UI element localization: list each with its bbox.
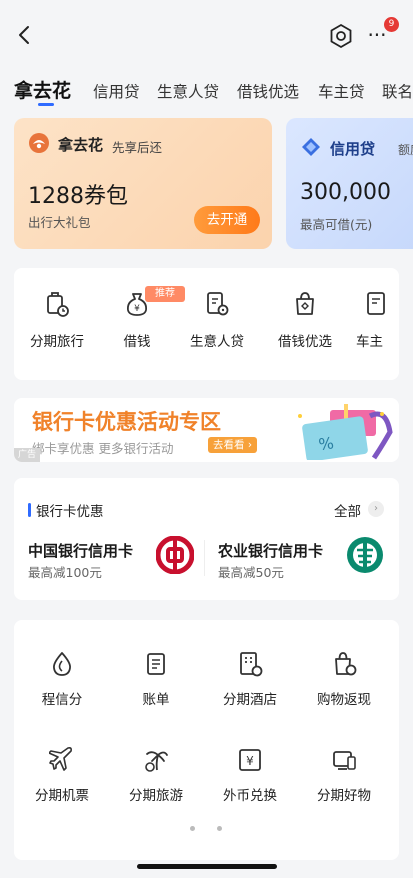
naquhua-card[interactable]: 拿去花 先享后还 1288券包 出行大礼包 去开通	[14, 118, 272, 249]
section-accent-bar	[28, 503, 31, 517]
boc-logo-icon[interactable]	[156, 536, 194, 574]
card2-subtitle: 额度	[398, 143, 413, 157]
abc-logo-icon[interactable]	[346, 536, 384, 574]
grid-label: 账单	[142, 692, 170, 708]
chevron-right-icon[interactable]: ›	[368, 501, 384, 517]
abc-card-offer: 最高减50元	[218, 565, 284, 580]
product-tabs: 拿去花 信用贷 生意人贷 借钱优选 车主贷 联名	[0, 76, 413, 110]
hexagon-settings-icon[interactable]	[328, 23, 354, 49]
boc-card-name[interactable]: 中国银行信用卡	[28, 540, 133, 561]
grid-label: 分期酒店	[223, 692, 277, 708]
offers-title: 银行卡优惠	[36, 504, 104, 520]
page-indicator-dot-2	[217, 826, 222, 831]
shortcut-label: 生意人贷	[190, 334, 244, 350]
grid-item-fenqilvyou[interactable]: 分期旅游	[110, 746, 202, 804]
home-indicator	[137, 864, 277, 869]
card2-desc: 最高可借(元)	[300, 217, 373, 232]
grid-item-fenqijipiao[interactable]: 分期机票	[16, 746, 108, 804]
card1-name: 拿去花	[58, 136, 104, 154]
shortcut-row: 分期旅行 ¥ 借钱 推荐 生意人贷 借钱优选 车主	[14, 268, 399, 380]
svg-text:¥: ¥	[246, 754, 254, 768]
grid-item-zhangdan[interactable]: 账单	[110, 650, 202, 708]
hotel-icon	[240, 652, 263, 677]
abc-card-name[interactable]: 农业银行信用卡	[218, 540, 323, 561]
grid-label: 分期旅游	[129, 788, 183, 804]
naquhua-logo-icon	[29, 133, 49, 153]
grid-label: 分期好物	[317, 788, 371, 804]
offer-divider	[204, 540, 205, 576]
activate-button[interactable]: 去开通	[194, 206, 260, 234]
tab-chezhudai[interactable]: 车主贷	[318, 80, 365, 102]
receipt-icon	[207, 292, 229, 316]
shortcut-fenqilvxing[interactable]: 分期旅行	[22, 290, 92, 350]
xinyongdai-logo-icon	[302, 138, 320, 156]
grid-item-fenqijiudian[interactable]: 分期酒店	[204, 650, 296, 708]
svg-text:%: %	[317, 433, 335, 454]
tab-xinyongdai[interactable]: 信用贷	[93, 80, 140, 102]
card1-desc: 出行大礼包	[28, 215, 91, 230]
bank-card-ad-banner[interactable]: 银行卡优惠活动专区 绑卡享优惠 更多银行活动 去看看 › 广告 %	[14, 398, 399, 462]
bill-icon	[147, 653, 165, 675]
palm-tree-icon	[145, 751, 168, 772]
grid-label: 分期机票	[35, 788, 89, 804]
shortcut-label: 车主	[356, 334, 383, 350]
bank-card-offers: 银行卡优惠 全部 › 中国银行信用卡 最高减100元 农业银行信用卡 最高减50…	[14, 478, 399, 600]
view-all-link[interactable]: 全部	[334, 500, 361, 520]
grid-item-chengxinfen[interactable]: 程信分	[16, 650, 108, 708]
gift-card-illustration: %	[298, 404, 393, 460]
card1-subtitle: 先享后还	[112, 140, 163, 155]
grid-label: 外币兑换	[223, 788, 277, 804]
car-document-icon	[367, 292, 385, 315]
shortcut-label: 借钱优选	[278, 334, 332, 350]
svg-text:¥: ¥	[134, 304, 140, 314]
tab-shengyirendai[interactable]: 生意人贷	[157, 80, 219, 102]
shortcut-label: 借钱	[123, 334, 151, 350]
grid-label: 程信分	[41, 692, 83, 708]
currency-exchange-icon: ¥	[239, 749, 261, 771]
grid-item-gouwufanxian[interactable]: 购物返现	[298, 650, 390, 708]
card2-name: 信用贷	[330, 140, 376, 158]
airplane-icon	[49, 747, 72, 771]
ad-go-button[interactable]: 去看看 ›	[208, 437, 258, 453]
page-indicator-dot-1	[190, 826, 195, 831]
drop-score-icon	[53, 652, 71, 676]
luggage-icon	[47, 292, 69, 317]
tab-lianming[interactable]: 联名	[382, 80, 413, 102]
shopping-cashback-icon	[335, 652, 357, 676]
shopping-bag-icon	[296, 292, 314, 315]
device-icon	[333, 751, 356, 770]
card2-amount: 300,000	[300, 180, 391, 205]
card1-amount: 1288券包	[28, 184, 128, 209]
tab-jieqianyouxuan[interactable]: 借钱优选	[237, 80, 299, 102]
tab-naquhua[interactable]: 拿去花	[14, 76, 71, 103]
back-chevron-icon[interactable]	[14, 24, 36, 46]
grid-item-waibiduihuan[interactable]: ¥ 外币兑换	[204, 746, 296, 804]
notification-badge: 9	[384, 17, 399, 32]
boc-card-offer: 最高减100元	[28, 565, 102, 580]
grid-label: 购物返现	[317, 692, 371, 708]
shortcut-shengyirendai[interactable]: 生意人贷	[182, 290, 252, 350]
shortcut-chezhu[interactable]: 车主	[350, 290, 400, 350]
ad-title: 银行卡优惠活动专区	[32, 410, 221, 434]
ad-label: 广告	[14, 448, 40, 462]
grid-item-fenqihaowu[interactable]: 分期好物	[298, 746, 390, 804]
services-grid: 程信分 账单 分期酒店 购物返现 分期机票 分期旅游 ¥ 外币兑换 分期好物	[14, 620, 399, 860]
recommend-badge: 推荐	[145, 286, 185, 302]
xinyongdai-card[interactable]: 信用贷 额度 300,000 最高可借(元)	[286, 118, 413, 249]
shortcut-jieqianyouxuan[interactable]: 借钱优选	[270, 290, 340, 350]
active-tab-indicator	[38, 103, 54, 106]
shortcut-label: 分期旅行	[30, 334, 84, 350]
ad-subtitle: 绑卡享优惠 更多银行活动	[32, 441, 174, 456]
